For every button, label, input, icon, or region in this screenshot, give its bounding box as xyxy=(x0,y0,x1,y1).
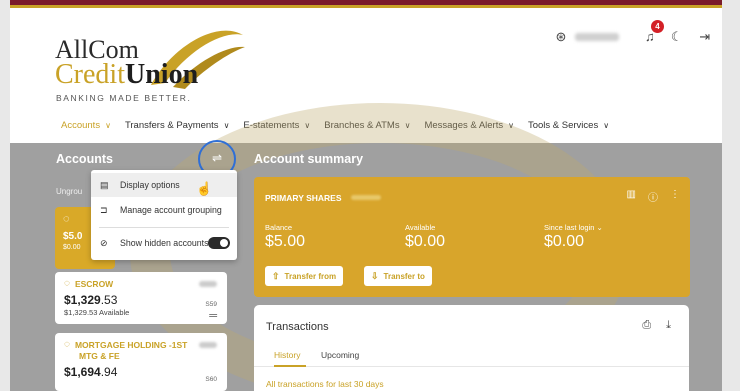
tab-history[interactable]: History xyxy=(274,350,306,367)
toggle-knob xyxy=(220,239,228,247)
balance-value: $5.00 xyxy=(265,233,306,250)
transactions-panel: Transactions ⎙ ⤓ History Upcoming All tr… xyxy=(254,305,689,391)
transactions-actions: ⎙ ⤓ xyxy=(642,319,671,332)
account-balance: $1,329.53 xyxy=(64,293,218,307)
logo-union: Union xyxy=(125,59,199,90)
account-card-escrow[interactable]: ◌ ESCROW $1,329.53 $1,329.53 Available S5… xyxy=(55,272,227,324)
more-vertical-icon[interactable]: ⋮ xyxy=(670,189,680,204)
notifications-button[interactable]: ♫ 4 xyxy=(645,20,664,46)
since-login-label: Since last login xyxy=(544,223,595,232)
app-frame: AllCom CreditUnion BANKING MADE BETTER. … xyxy=(10,0,722,391)
notification-badge: 4 xyxy=(651,20,664,33)
user-name-redacted[interactable] xyxy=(575,33,619,41)
account-card-mortgage[interactable]: ◌ MORTGAGE HOLDING -1ST MTG & FE $1,694.9… xyxy=(55,333,227,391)
menu-item-label: Show hidden accounts xyxy=(120,238,209,248)
account-name: PRIMARY SHARES xyxy=(265,193,342,203)
transactions-heading: Transactions xyxy=(266,321,329,333)
nav-tools-services[interactable]: Tools & Services ∨ xyxy=(528,120,609,131)
menu-item-show-hidden[interactable]: ⊘ Show hidden accounts xyxy=(91,231,237,255)
account-name: ◌ MORTGAGE HOLDING -1ST xyxy=(64,339,218,350)
drag-handle-icon[interactable]: ═ xyxy=(209,310,217,322)
top-gold-line xyxy=(10,5,722,8)
balance-cents: .53 xyxy=(100,293,118,307)
print-icon[interactable]: ⎙ xyxy=(642,319,651,332)
transfer-to-button[interactable]: ⇩ Transfer to xyxy=(364,266,432,286)
account-options-menu: ▤ Display options ⊐ Manage account group… xyxy=(91,170,237,260)
accounts-heading: Accounts xyxy=(56,152,113,166)
summary-actions: ▥ ⓘ ⋮ xyxy=(627,189,680,204)
grouping-icon: ⊐ xyxy=(100,204,108,215)
nav-label: Accounts xyxy=(61,120,101,131)
account-name-line2: MTG & FE xyxy=(79,351,120,361)
logo-line2: CreditUnion xyxy=(55,59,198,91)
balance-cents: .94 xyxy=(100,365,118,379)
moon-icon[interactable]: ☾ xyxy=(669,29,685,45)
available-label: Available xyxy=(405,223,436,232)
chevron-down-icon: ∨ xyxy=(603,121,610,130)
account-number-redacted xyxy=(199,342,217,348)
logout-icon[interactable]: ⇥ xyxy=(697,29,713,45)
balance-label: Balance xyxy=(265,223,293,232)
filter-prefix: All transactions for xyxy=(266,379,336,389)
brand-logo[interactable]: AllCom CreditUnion BANKING MADE BETTER. xyxy=(43,25,245,105)
account-number-redacted xyxy=(351,195,381,200)
menu-item-label: Display options xyxy=(120,180,180,190)
account-suffix: S60 xyxy=(205,376,217,383)
menu-item-manage-grouping[interactable]: ⊐ Manage account grouping xyxy=(91,198,237,222)
header-actions: ⊛ ♫ 4 ☾ ⇥ xyxy=(553,20,713,46)
ungrouped-label: Ungrou xyxy=(56,187,83,196)
account-balance: $1,694.94 xyxy=(64,365,218,379)
info-icon[interactable]: ⓘ xyxy=(648,189,658,204)
balance-main: $1,329 xyxy=(64,293,101,307)
chevron-down-icon: ∨ xyxy=(223,121,230,130)
user-profile-icon[interactable]: ⊛ xyxy=(553,29,569,45)
account-name-text: ESCROW xyxy=(74,278,114,289)
show-hidden-toggle[interactable] xyxy=(208,237,230,249)
menu-item-display-options[interactable]: ▤ Display options xyxy=(91,173,237,197)
sliders-icon: ⇌ xyxy=(211,151,223,165)
logo-tagline: BANKING MADE BETTER. xyxy=(56,93,192,103)
tab-upcoming[interactable]: Upcoming xyxy=(321,350,366,367)
since-login-value: $0.00 xyxy=(544,233,585,250)
account-summary-card: PRIMARY SHARES ▥ ⓘ ⋮ Balance $5.00 Avail… xyxy=(254,177,690,297)
button-label: Transfer to xyxy=(383,271,425,281)
available-value: $0.00 xyxy=(405,233,446,250)
account-name-text: MORTGAGE HOLDING -1ST xyxy=(74,339,188,350)
transactions-filter[interactable]: All transactions for last 30 days xyxy=(266,379,384,389)
filter-period-link[interactable]: last 30 days xyxy=(338,379,383,389)
transfer-from-button[interactable]: ⇧ Transfer from xyxy=(265,266,344,286)
chart-icon[interactable]: ▥ xyxy=(627,189,636,204)
download-icon[interactable]: ⤓ xyxy=(666,319,671,332)
chevron-down-icon: ∨ xyxy=(105,121,111,130)
nav-accounts[interactable]: Accounts ∨ xyxy=(61,120,111,131)
download-icon: ⇩ xyxy=(371,270,379,281)
upload-icon: ⇧ xyxy=(272,270,280,281)
nav-label: Transfers & Payments xyxy=(124,120,219,131)
nav-label: Tools & Services xyxy=(527,120,599,131)
nav-transfers-payments[interactable]: Transfers & Payments ∨ xyxy=(125,120,229,131)
eye-off-icon: ⊘ xyxy=(100,237,108,248)
account-number-redacted xyxy=(199,281,217,287)
account-suffix: S59 xyxy=(205,301,217,308)
account-name: ◌ ESCROW xyxy=(64,278,218,289)
balance-main: $1,694 xyxy=(64,365,101,379)
since-login-dropdown[interactable]: Since last login ⌄ xyxy=(544,223,603,232)
piggy-bank-icon: ◌ xyxy=(64,278,70,289)
button-label: Transfer from xyxy=(284,271,337,281)
account-summary-heading: Account summary xyxy=(254,152,364,166)
menu-divider xyxy=(99,227,229,228)
piggy-bank-icon: ◌ xyxy=(64,339,70,350)
logo-credit: Credit xyxy=(55,59,125,90)
hand-cursor-icon: ☝ xyxy=(196,181,213,196)
chevron-down-icon: ⌄ xyxy=(596,223,603,232)
menu-item-label: Manage account grouping xyxy=(120,205,222,215)
list-icon: ▤ xyxy=(100,179,109,190)
account-available: $1,329.53 Available xyxy=(64,308,130,317)
transactions-tabs: History Upcoming xyxy=(254,350,689,367)
